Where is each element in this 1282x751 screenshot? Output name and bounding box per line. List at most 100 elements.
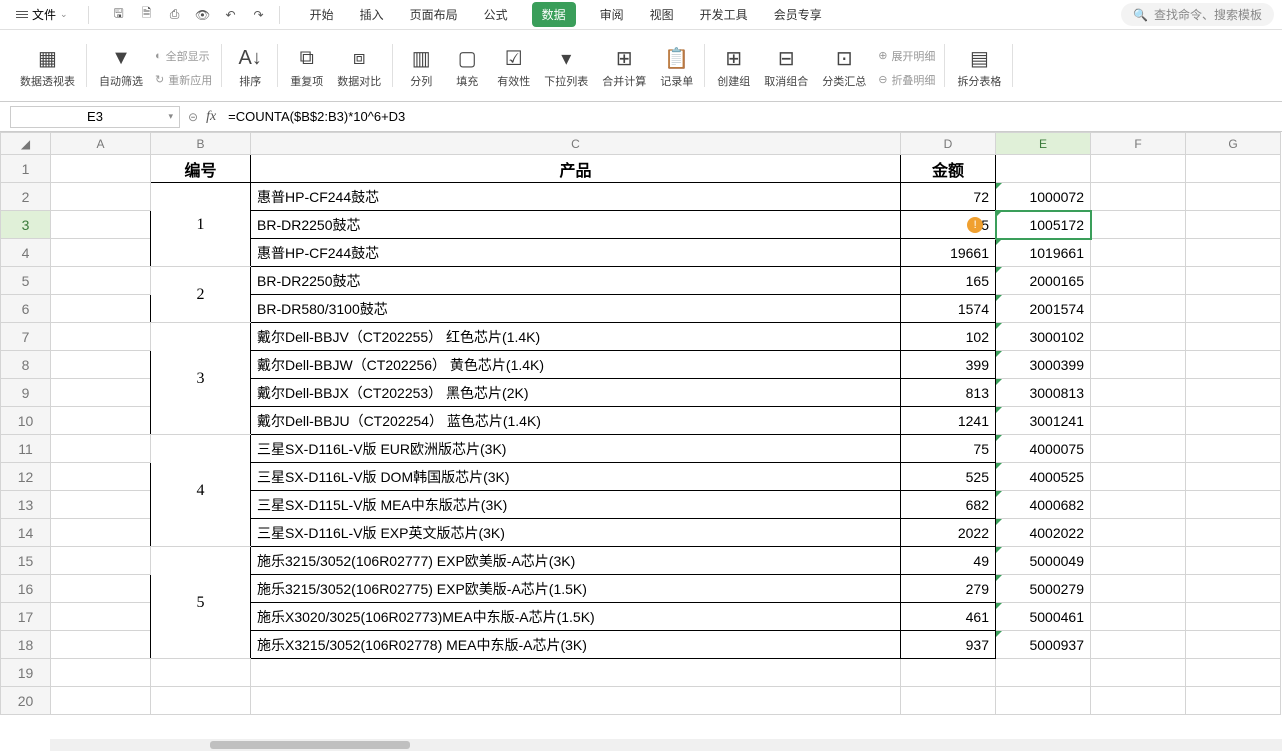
cell-product[interactable]: 三星SX-D116L-V版 EUR欧洲版芯片(3K) [251, 435, 901, 463]
cell-product[interactable]: 三星SX-D116L-V版 DOM韩国版芯片(3K) [251, 463, 901, 491]
row-header[interactable]: 18 [1, 631, 51, 659]
cell[interactable] [1186, 351, 1281, 379]
row-header[interactable]: 15 [1, 547, 51, 575]
cell[interactable] [1186, 183, 1281, 211]
cell[interactable] [1186, 631, 1281, 659]
cell[interactable] [51, 491, 151, 519]
dedup-button[interactable]: ⧉ 重复项 [286, 43, 327, 93]
cell[interactable] [51, 435, 151, 463]
cell-e[interactable]: 5000461 [996, 603, 1091, 631]
cell[interactable] [51, 211, 151, 239]
tab-start[interactable]: 开始 [308, 2, 336, 27]
cell-amount[interactable]: 72 [901, 183, 996, 211]
cell[interactable] [1091, 463, 1186, 491]
tab-member[interactable]: 会员专享 [772, 2, 824, 27]
cell-amount[interactable]: !5 [901, 211, 996, 239]
cell-e[interactable]: 1000072 [996, 183, 1091, 211]
col-header-C[interactable]: C [251, 133, 901, 155]
tab-data[interactable]: 数据 [532, 2, 576, 27]
cell[interactable] [51, 351, 151, 379]
fill-button[interactable]: ▢ 填充 [447, 43, 487, 93]
save-icon[interactable]: 🖫 [111, 7, 127, 23]
col-header-B[interactable]: B [151, 133, 251, 155]
col-header-D[interactable]: D [901, 133, 996, 155]
tab-view[interactable]: 视图 [648, 2, 676, 27]
cell-product[interactable]: 惠普HP-CF244鼓芯 [251, 239, 901, 267]
cell-product[interactable]: 施乐3215/3052(106R02775) EXP欧美版-A芯片(1.5K) [251, 575, 901, 603]
ungroup-button[interactable]: ⊟ 取消组合 [760, 43, 812, 93]
cell-amount[interactable]: 461 [901, 603, 996, 631]
cell-product[interactable]: 施乐X3020/3025(106R02773)MEA中东版-A芯片(1.5K) [251, 603, 901, 631]
subtotal-button[interactable]: ⊡ 分类汇总 [818, 43, 870, 93]
horizontal-scrollbar[interactable] [50, 739, 1282, 751]
cell[interactable] [1186, 519, 1281, 547]
cell-amount[interactable]: 399 [901, 351, 996, 379]
cell-header-num[interactable]: 编号 [151, 155, 251, 183]
cell[interactable] [1186, 155, 1281, 183]
consolidate-button[interactable]: ⊞ 合并计算 [598, 43, 650, 93]
cell-e[interactable]: 3000399 [996, 351, 1091, 379]
cell[interactable] [251, 659, 901, 687]
preview-icon[interactable]: 👁 [195, 7, 211, 23]
cell[interactable] [51, 267, 151, 295]
cell[interactable] [1091, 659, 1186, 687]
search-box[interactable]: 🔍 查找命令、搜索模板 [1121, 3, 1274, 26]
cell-product[interactable]: BR-DR2250鼓芯 [251, 267, 901, 295]
cell[interactable] [51, 155, 151, 183]
cell-e[interactable]: 3000813 [996, 379, 1091, 407]
print-icon[interactable]: ⎙ [167, 7, 183, 23]
cell-e[interactable]: 5000049 [996, 547, 1091, 575]
cell-group-num[interactable]: 4 [151, 435, 251, 547]
cell-header-amt[interactable]: 金额 [901, 155, 996, 183]
cell-e[interactable]: 2000165 [996, 267, 1091, 295]
reapply-button[interactable]: ↻重新应用 [153, 70, 214, 90]
cell[interactable] [1091, 267, 1186, 295]
cell[interactable] [1186, 267, 1281, 295]
cell-group-num[interactable]: 5 [151, 547, 251, 659]
cell-amount[interactable]: 1574 [901, 295, 996, 323]
cell-amount[interactable]: 49 [901, 547, 996, 575]
cell-amount[interactable]: 102 [901, 323, 996, 351]
scrollbar-thumb[interactable] [210, 741, 410, 749]
cell[interactable] [1186, 491, 1281, 519]
cell[interactable] [51, 603, 151, 631]
cell[interactable] [51, 547, 151, 575]
formula-input[interactable]: =COUNTA($B$2:B3)*10^6+D3 [224, 109, 1272, 124]
sort-button[interactable]: A↓ 排序 [230, 43, 270, 93]
fx-button[interactable]: fx [206, 109, 216, 125]
cell-amount[interactable]: 2022 [901, 519, 996, 547]
cell-e[interactable]: 3001241 [996, 407, 1091, 435]
cell[interactable] [1186, 407, 1281, 435]
cell-product[interactable]: 三星SX-D115L-V版 MEA中东版芯片(3K) [251, 491, 901, 519]
tab-dev[interactable]: 开发工具 [698, 2, 750, 27]
row-header[interactable]: 9 [1, 379, 51, 407]
cell[interactable] [1091, 407, 1186, 435]
cell[interactable] [1186, 547, 1281, 575]
cell-e[interactable]: 1019661 [996, 239, 1091, 267]
cancel-icon[interactable]: ⊝ [188, 110, 198, 124]
tab-review[interactable]: 审阅 [598, 2, 626, 27]
splittable-button[interactable]: ▤ 拆分表格 [953, 43, 1005, 93]
cell[interactable] [1091, 351, 1186, 379]
row-header[interactable]: 13 [1, 491, 51, 519]
file-menu[interactable]: 文件 ⌄ [8, 4, 76, 25]
cell[interactable] [1091, 211, 1186, 239]
cell[interactable] [1091, 519, 1186, 547]
cell-amount[interactable]: 1241 [901, 407, 996, 435]
cell-amount[interactable]: 75 [901, 435, 996, 463]
cell[interactable] [1091, 687, 1186, 715]
cell[interactable] [51, 631, 151, 659]
cell-e[interactable]: 4002022 [996, 519, 1091, 547]
cell[interactable] [901, 687, 996, 715]
cell-e[interactable]: 5000279 [996, 575, 1091, 603]
cell[interactable] [1091, 183, 1186, 211]
cell-product[interactable]: 戴尔Dell-BBJV（CT202255） 红色芯片(1.4K) [251, 323, 901, 351]
row-header[interactable]: 3 [1, 211, 51, 239]
warning-icon[interactable]: ! [967, 217, 983, 233]
row-header[interactable]: 6 [1, 295, 51, 323]
tab-insert[interactable]: 插入 [358, 2, 386, 27]
cell-product[interactable]: 戴尔Dell-BBJW（CT202256） 黄色芯片(1.4K) [251, 351, 901, 379]
cell-group-num[interactable]: 3 [151, 323, 251, 435]
cell[interactable] [1186, 211, 1281, 239]
cell-e[interactable]: 3000102 [996, 323, 1091, 351]
